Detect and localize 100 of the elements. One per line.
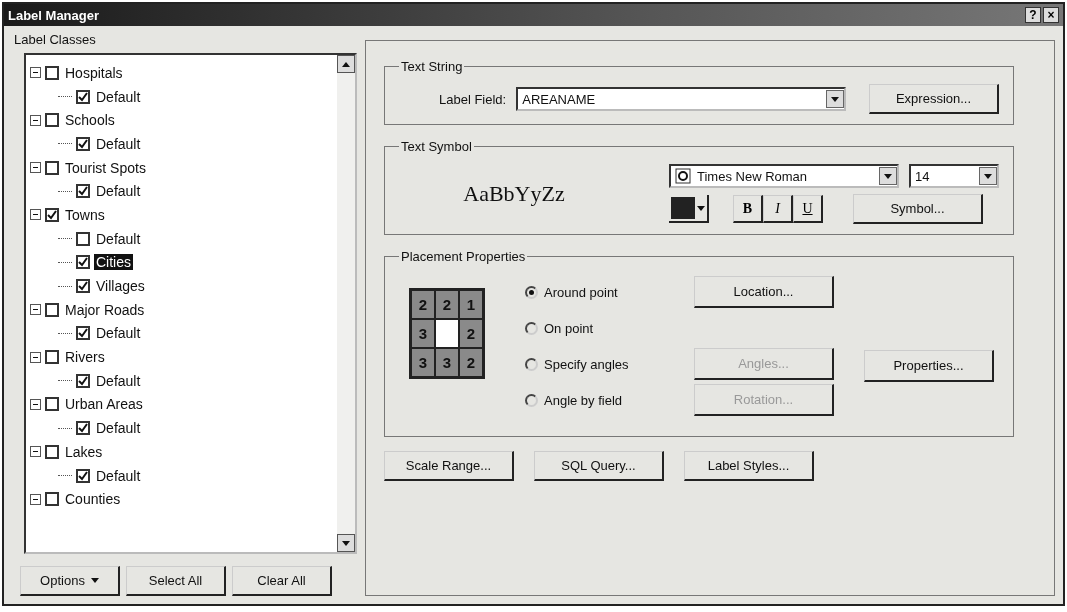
collapse-toggle[interactable] (30, 446, 41, 458)
font-icon (675, 168, 691, 184)
checkbox[interactable] (76, 468, 90, 483)
tree-item[interactable]: Villages (94, 278, 147, 295)
collapse-toggle[interactable] (30, 162, 41, 174)
tree-item[interactable]: Default (94, 467, 143, 484)
tree-item[interactable]: Lakes (63, 443, 105, 460)
collapse-toggle[interactable] (30, 351, 41, 363)
font-preview: AaBbYyZz (462, 181, 566, 207)
option-button[interactable]: Location... (694, 276, 834, 308)
checkbox[interactable] (45, 65, 59, 80)
priority-cell: 2 (459, 348, 483, 377)
checkbox[interactable] (45, 160, 59, 175)
tree-item[interactable]: Major Roads (63, 301, 147, 318)
color-picker[interactable] (669, 195, 709, 223)
scroll-down-button[interactable] (337, 534, 355, 552)
tree-item[interactable]: Default (94, 420, 143, 437)
tree-item[interactable]: Schools (63, 112, 117, 129)
checkmark-icon (78, 375, 88, 386)
font-dropdown[interactable]: Times New Roman (669, 164, 899, 188)
help-button[interactable]: ? (1025, 7, 1041, 23)
radio-button[interactable] (525, 321, 538, 335)
tree-item[interactable]: Default (94, 325, 143, 342)
checkbox[interactable] (76, 136, 90, 151)
caret-icon (984, 173, 992, 179)
tree-item[interactable]: Default (94, 230, 143, 247)
close-button[interactable]: × (1043, 7, 1059, 23)
checkmark-icon (47, 209, 57, 220)
underline-button[interactable]: U (793, 195, 823, 223)
checkmark-icon (78, 328, 88, 339)
bold-button[interactable]: B (733, 195, 763, 223)
label-field-dropdown[interactable]: AREANAME (516, 87, 847, 111)
priority-cell: 2 (435, 290, 459, 319)
action-button[interactable]: Clear All (232, 566, 332, 596)
checkbox[interactable] (76, 255, 90, 270)
collapse-toggle[interactable] (30, 398, 41, 410)
symbol-button[interactable]: Symbol... (853, 194, 983, 224)
checkbox[interactable] (45, 492, 59, 507)
checkbox[interactable] (76, 184, 90, 199)
checkbox[interactable] (45, 397, 59, 412)
action-button[interactable]: Select All (126, 566, 226, 596)
checkbox[interactable] (76, 421, 90, 436)
checkbox[interactable] (76, 89, 90, 104)
expression-button[interactable]: Expression... (869, 84, 999, 114)
checkmark-icon (78, 470, 88, 481)
scrollbar[interactable] (337, 55, 355, 552)
section-label: Label Classes (13, 31, 97, 49)
checkbox[interactable] (45, 444, 59, 459)
action-button[interactable]: Scale Range... (384, 451, 514, 481)
menu-button[interactable]: Options (20, 566, 120, 596)
radio-button[interactable] (525, 393, 538, 407)
priority-cell: 3 (411, 348, 435, 377)
checkbox[interactable] (45, 207, 59, 222)
checkmark-icon (78, 281, 88, 292)
tree-item[interactable]: Counties (63, 491, 123, 508)
priority-cell: 3 (435, 348, 459, 377)
priority-cell: 2 (411, 290, 435, 319)
tree-item[interactable]: Cities (94, 254, 133, 271)
tree-item[interactable]: Rivers (63, 349, 107, 366)
italic-button[interactable]: I (763, 195, 793, 223)
window-title: Label Manager (8, 7, 100, 23)
radio-label: Angle by field (544, 392, 624, 408)
checkbox[interactable] (76, 231, 90, 246)
radio-button[interactable] (525, 285, 538, 299)
action-button[interactable]: SQL Query... (534, 451, 664, 481)
caret-icon (90, 578, 99, 583)
collapse-toggle[interactable] (30, 209, 41, 221)
tree-item[interactable]: Default (94, 88, 143, 105)
down-arrow-icon (342, 540, 350, 546)
priority-cell: 1 (459, 290, 483, 319)
checkbox[interactable] (76, 373, 90, 388)
priority-cell: 3 (411, 319, 435, 348)
field-label: Label Field: (439, 91, 507, 107)
checkbox[interactable] (45, 302, 59, 317)
tree-item[interactable]: Default (94, 183, 143, 200)
group-title: Text String (400, 59, 464, 74)
tree-item[interactable]: Towns (63, 206, 107, 223)
action-button[interactable]: Label Styles... (684, 451, 814, 481)
radio-button[interactable] (525, 357, 538, 371)
size-dropdown[interactable]: 14 (909, 164, 999, 188)
collapse-toggle[interactable] (30, 493, 41, 505)
collapse-toggle[interactable] (30, 114, 41, 126)
tree-item[interactable]: Urban Areas (63, 396, 145, 413)
checkbox[interactable] (76, 326, 90, 341)
checkbox[interactable] (45, 113, 59, 128)
point-cell (435, 319, 459, 348)
checkmark-icon (78, 91, 88, 102)
tree-item[interactable]: Default (94, 372, 143, 389)
radio-label: Around point (544, 284, 619, 300)
tree-item[interactable]: Default (94, 135, 143, 152)
checkbox[interactable] (45, 350, 59, 365)
caret-icon (884, 173, 892, 179)
scroll-up-button[interactable] (337, 55, 355, 73)
properties-button[interactable]: Properties... (864, 350, 994, 382)
collapse-toggle[interactable] (30, 67, 41, 79)
group-title: Placement Properties (400, 249, 527, 264)
tree-item[interactable]: Hospitals (63, 64, 125, 81)
checkbox[interactable] (76, 279, 90, 294)
tree-item[interactable]: Tourist Spots (63, 159, 148, 176)
collapse-toggle[interactable] (30, 304, 41, 316)
